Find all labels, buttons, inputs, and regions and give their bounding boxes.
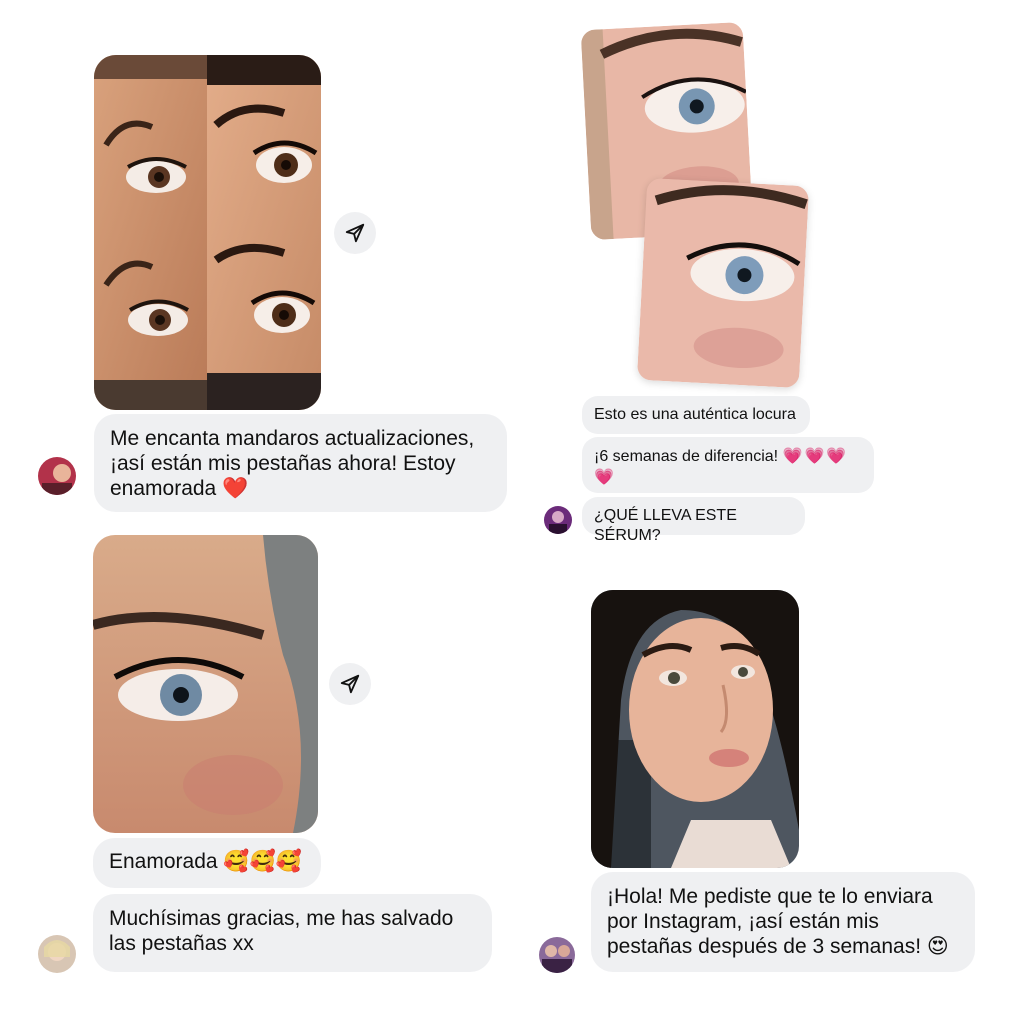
message-bubble[interactable]: ¡6 semanas de diferencia! 💗💗💗💗: [582, 437, 874, 493]
user-avatar-image: [38, 457, 76, 495]
paper-plane-icon: [345, 223, 365, 243]
heart-eyes-emoji-icon: 😍: [926, 934, 949, 958]
eyelash-before-after-photo[interactable]: [94, 55, 321, 410]
eyelash-photo-image: [94, 55, 321, 410]
heart-emoji-icon: ❤️: [222, 476, 249, 500]
avatar[interactable]: [539, 937, 575, 973]
message-bubble[interactable]: Me encanta mandaros actualizaciones, ¡as…: [94, 414, 507, 512]
message-text: Enamorada: [109, 850, 218, 873]
eyelash-closeup-photo[interactable]: [93, 535, 318, 833]
selfie-photo[interactable]: [591, 590, 799, 868]
share-button[interactable]: [334, 212, 376, 254]
user-avatar-image: [38, 935, 76, 973]
eyelash-closeup-image: [93, 535, 318, 833]
user-avatar-image: [539, 937, 575, 973]
message-bubble[interactable]: Enamorada 🥰🥰🥰: [93, 838, 321, 888]
avatar[interactable]: [544, 506, 572, 534]
message-text: Esto es una auténtica locura: [594, 406, 796, 423]
message-text: ¡Hola! Me pediste que te lo enviara por …: [607, 885, 933, 958]
message-text: Me encanta mandaros actualizaciones, ¡as…: [110, 427, 475, 500]
share-button[interactable]: [329, 663, 371, 705]
message-text: Muchísimas gracias, me has salvado las p…: [109, 907, 454, 955]
message-bubble[interactable]: ¡Hola! Me pediste que te lo enviara por …: [591, 872, 975, 972]
eye-after-photo[interactable]: [636, 177, 810, 389]
message-bubble[interactable]: Muchísimas gracias, me has salvado las p…: [93, 894, 492, 972]
user-avatar-image: [544, 506, 572, 534]
smiling-hearts-emoji-icon: 🥰🥰🥰: [223, 849, 302, 873]
message-text: ¡6 semanas de diferencia!: [594, 448, 779, 465]
avatar[interactable]: [38, 935, 76, 973]
selfie-image: [591, 590, 799, 868]
message-text: ¿QUÉ LLEVA ESTE SÉRUM?: [594, 507, 737, 544]
avatar[interactable]: [38, 457, 76, 495]
message-bubble[interactable]: Esto es una auténtica locura: [582, 396, 810, 434]
message-bubble[interactable]: ¿QUÉ LLEVA ESTE SÉRUM?: [582, 497, 805, 544]
paper-plane-icon: [340, 674, 360, 694]
eye-after-image: [636, 177, 810, 389]
